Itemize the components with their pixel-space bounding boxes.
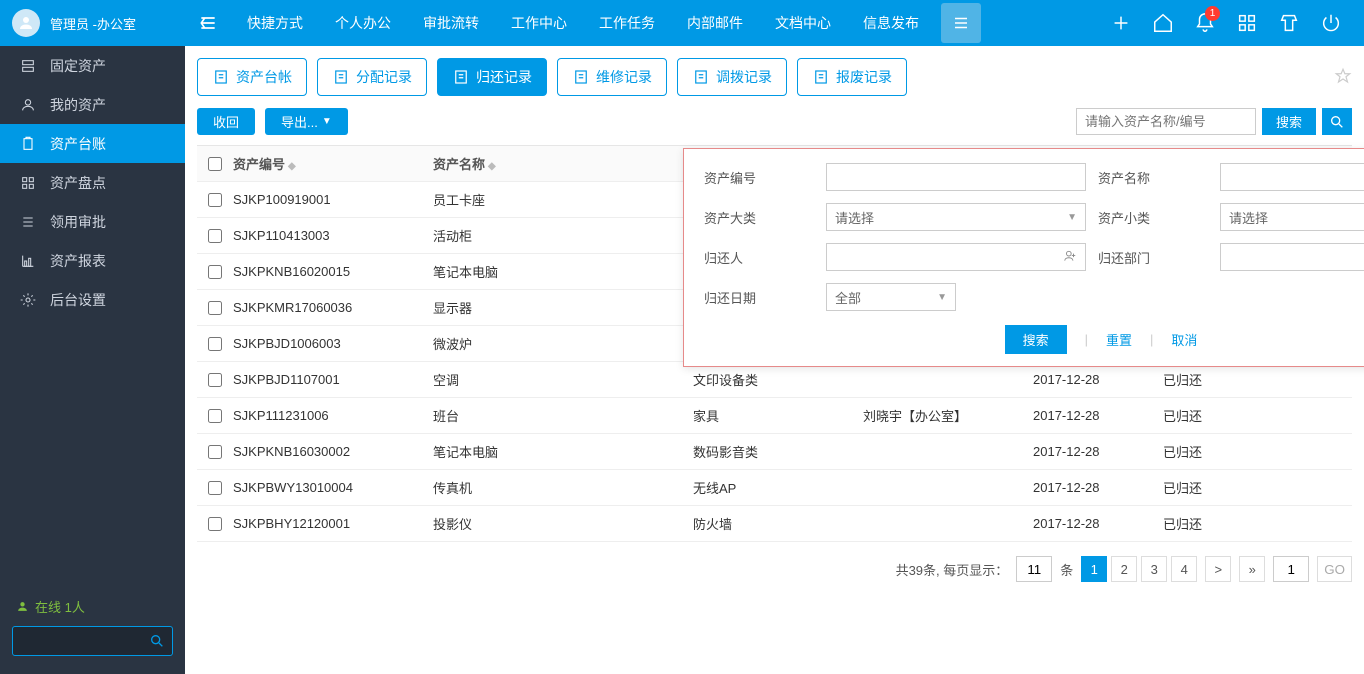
label-big-category: 资产大类	[704, 208, 814, 227]
avatar[interactable]	[12, 9, 40, 37]
plus-icon[interactable]	[1102, 0, 1140, 46]
page-button[interactable]: 4	[1171, 556, 1197, 582]
row-checkbox[interactable]	[208, 229, 222, 243]
last-page-button[interactable]: »	[1239, 556, 1265, 582]
tab-row: 资产台帐分配记录归还记录维修记录调拨记录报废记录	[197, 58, 1352, 96]
label-asset-code: 资产编号	[704, 168, 814, 187]
input-asset-name[interactable]	[1220, 163, 1364, 191]
sidebar-item[interactable]: 资产台账	[0, 124, 185, 163]
top-nav-item[interactable]: 文档中心	[759, 0, 847, 46]
search-button[interactable]: 搜索	[1262, 108, 1316, 135]
label-return-dept: 归还部门	[1098, 248, 1208, 267]
top-nav: 快捷方式个人办公审批流转工作中心工作任务内部邮件文档中心信息发布	[231, 0, 935, 46]
top-nav-item[interactable]: 内部邮件	[671, 0, 759, 46]
top-nav-item[interactable]: 信息发布	[847, 0, 935, 46]
panel-cancel-button[interactable]: 取消	[1171, 330, 1197, 349]
sidebar: 固定资产我的资产资产台账资产盘点领用审批资产报表后台设置 在线 1人	[0, 46, 185, 674]
row-checkbox[interactable]	[208, 517, 222, 531]
tab-button[interactable]: 报废记录	[797, 58, 907, 96]
collapse-icon[interactable]	[185, 0, 231, 46]
table-row[interactable]: SJKPBHY12120001投影仪防火墙2017-12-28已归还	[197, 506, 1352, 542]
power-icon[interactable]	[1312, 0, 1350, 46]
input-asset-code[interactable]	[826, 163, 1086, 191]
tab-button[interactable]: 维修记录	[557, 58, 667, 96]
sidebar-item[interactable]: 后台设置	[0, 280, 185, 319]
label-returner: 归还人	[704, 248, 814, 267]
sidebar-item[interactable]: 我的资产	[0, 85, 185, 124]
tab-button[interactable]: 归还记录	[437, 58, 547, 96]
page-button[interactable]: 2	[1111, 556, 1137, 582]
user-label: 管理员 -办公室	[50, 14, 136, 33]
pager-summary: 共39条, 每页显示：	[896, 560, 1009, 579]
notification-badge: 1	[1205, 6, 1220, 21]
action-row: 收回 导出...▼ 搜索	[197, 108, 1352, 135]
bell-icon[interactable]: 1	[1186, 0, 1224, 46]
tab-button[interactable]: 资产台帐	[197, 58, 307, 96]
tab-button[interactable]: 分配记录	[317, 58, 427, 96]
row-checkbox[interactable]	[208, 445, 222, 459]
sidebar-item[interactable]: 领用审批	[0, 202, 185, 241]
table-row[interactable]: SJKPBJD1107001空调文印设备类2017-12-28已归还	[197, 362, 1352, 398]
next-page-button[interactable]: >	[1205, 556, 1231, 582]
row-checkbox[interactable]	[208, 301, 222, 315]
select-small-category[interactable]: 请选择▼	[1220, 203, 1364, 231]
page-size-input[interactable]	[1016, 556, 1052, 582]
top-nav-item[interactable]: 个人办公	[319, 0, 407, 46]
row-checkbox[interactable]	[208, 265, 222, 279]
sidebar-item[interactable]: 资产盘点	[0, 163, 185, 202]
table-row[interactable]: SJKPBWY13010004传真机无线AP2017-12-28已归还	[197, 470, 1352, 506]
label-small-category: 资产小类	[1098, 208, 1208, 227]
home-icon[interactable]	[1144, 0, 1182, 46]
page-button[interactable]: 1	[1081, 556, 1107, 582]
table-row[interactable]: SJKP111231006班台家具刘晓宇【办公室】2017-12-28已归还	[197, 398, 1352, 434]
top-right-icons: 1	[1102, 0, 1364, 46]
recall-button[interactable]: 收回	[197, 108, 255, 135]
export-button[interactable]: 导出...▼	[265, 108, 348, 135]
input-returner[interactable]	[826, 243, 1086, 271]
sidebar-search-input[interactable]	[13, 634, 142, 649]
top-nav-item[interactable]: 工作任务	[583, 0, 671, 46]
user-block: 管理员 -办公室	[0, 9, 185, 37]
advanced-search-panel: 资产编号 资产名称 资产大类 请选择▼ 资产小类 请选择▼ 归还人 归还部门 归…	[683, 148, 1364, 367]
online-status: 在线 1人	[12, 597, 173, 616]
person-picker-icon[interactable]	[1063, 249, 1077, 266]
row-checkbox[interactable]	[208, 337, 222, 351]
row-checkbox[interactable]	[208, 193, 222, 207]
more-menu-icon[interactable]	[941, 3, 981, 43]
advanced-search-icon[interactable]	[1322, 108, 1352, 135]
main-content: 资产台帐分配记录归还记录维修记录调拨记录报废记录 收回 导出...▼ 搜索 资产…	[185, 46, 1364, 674]
top-nav-item[interactable]: 审批流转	[407, 0, 495, 46]
panel-reset-button[interactable]: 重置	[1106, 330, 1132, 349]
pagination: 共39条, 每页显示： 条 1234 > » GO	[197, 556, 1352, 582]
row-checkbox[interactable]	[208, 373, 222, 387]
tab-button[interactable]: 调拨记录	[677, 58, 787, 96]
goto-page-input[interactable]	[1273, 556, 1309, 582]
row-checkbox[interactable]	[208, 481, 222, 495]
sidebar-item[interactable]: 固定资产	[0, 46, 185, 85]
select-all-checkbox[interactable]	[208, 157, 222, 171]
star-icon[interactable]	[1334, 67, 1352, 88]
sidebar-search[interactable]	[12, 626, 173, 656]
label-return-date: 归还日期	[704, 288, 814, 307]
sidebar-item[interactable]: 资产报表	[0, 241, 185, 280]
page-button[interactable]: 3	[1141, 556, 1167, 582]
search-input[interactable]	[1076, 108, 1256, 135]
col-code[interactable]: 资产编号◆	[233, 154, 433, 173]
row-checkbox[interactable]	[208, 409, 222, 423]
col-name[interactable]: 资产名称◆	[433, 154, 693, 173]
theme-icon[interactable]	[1270, 0, 1308, 46]
select-return-date[interactable]: 全部▼	[826, 283, 956, 311]
top-nav-item[interactable]: 工作中心	[495, 0, 583, 46]
top-nav-item[interactable]: 快捷方式	[231, 0, 319, 46]
panel-search-button[interactable]: 搜索	[1005, 325, 1067, 354]
input-return-dept[interactable]	[1220, 243, 1364, 271]
top-header: 管理员 -办公室 快捷方式个人办公审批流转工作中心工作任务内部邮件文档中心信息发…	[0, 0, 1364, 46]
apps-icon[interactable]	[1228, 0, 1266, 46]
table-row[interactable]: SJKPKNB16030002笔记本电脑数码影音类2017-12-28已归还	[197, 434, 1352, 470]
go-button[interactable]: GO	[1317, 556, 1352, 582]
select-big-category[interactable]: 请选择▼	[826, 203, 1086, 231]
search-icon[interactable]	[142, 633, 172, 649]
label-asset-name: 资产名称	[1098, 168, 1208, 187]
